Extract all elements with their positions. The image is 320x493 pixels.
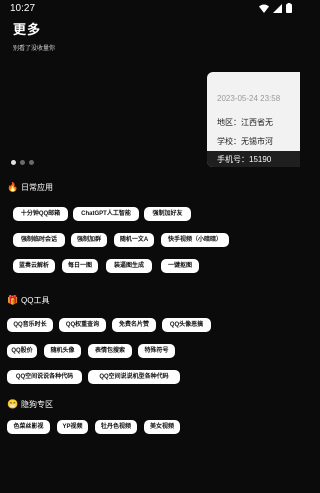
- grin-icon: 😁: [7, 399, 19, 409]
- page-header: 更多 别看了没收量你: [13, 19, 55, 52]
- status-bar: 10:27: [0, 0, 300, 18]
- section-title-special-label: 隐狗专区: [21, 400, 53, 409]
- section-title-daily-label: 日常应用: [21, 183, 53, 192]
- battery-icon: [286, 3, 292, 13]
- banner-line-phone: 手机号：15190: [217, 155, 272, 164]
- status-icons: [259, 3, 292, 13]
- chip-qq[interactable]: QQ空间说说机型各种代码: [88, 370, 180, 384]
- chip-daily[interactable]: ChatGPT人工智能: [73, 207, 139, 221]
- chip-daily[interactable]: 强制加好友: [144, 207, 191, 221]
- chip-special[interactable]: 色菜丝影视: [7, 420, 50, 434]
- carousel-dot[interactable]: [29, 160, 34, 165]
- carousel-dot[interactable]: [20, 160, 25, 165]
- carousel-dots: [11, 160, 34, 165]
- page-subtitle: 别看了没收量你: [13, 46, 56, 52]
- chip-daily[interactable]: 随机一文A: [114, 233, 154, 247]
- fire-icon: 🔥: [7, 182, 19, 192]
- section-title-special: 😁 隐狗专区: [7, 399, 53, 410]
- chip-daily[interactable]: 十分钟QQ邮箱: [13, 207, 68, 221]
- wifi-icon: [259, 4, 269, 13]
- chip-qq[interactable]: 特殊符号: [138, 344, 175, 358]
- chip-qq[interactable]: QQ权重查询: [59, 318, 106, 332]
- page-title: 更多: [13, 22, 42, 37]
- section-title-daily: 🔥 日常应用: [7, 182, 53, 193]
- section-title-qq: 🎁 QQ工具: [7, 295, 49, 306]
- status-time: 10:27: [10, 3, 36, 14]
- chip-qq[interactable]: QQ头像恶搞: [162, 318, 211, 332]
- chip-qq[interactable]: 随机头像: [44, 344, 81, 358]
- chip-qq[interactable]: 免费名片赞: [112, 318, 156, 332]
- banner-card[interactable]: 2023-05-24 23:58 地区：江西省无 学校：无锡市河 手机号：151…: [207, 72, 300, 167]
- gift-icon: 🎁: [7, 295, 19, 305]
- chip-special[interactable]: 美女视频: [144, 420, 180, 434]
- chip-daily[interactable]: 一键抠图: [161, 259, 199, 273]
- chip-daily[interactable]: 每日一图: [62, 259, 98, 273]
- chip-qq[interactable]: QQ空间说说各种代码: [7, 370, 82, 384]
- banner-line-region: 地区：江西省无: [217, 118, 273, 127]
- chip-qq[interactable]: QQ股价: [7, 344, 37, 358]
- chip-special[interactable]: YP视频: [57, 420, 88, 434]
- chip-daily[interactable]: 快手视频（小暗暗）: [161, 233, 229, 247]
- signal-icon: [273, 3, 282, 13]
- banner-timestamp: 2023-05-24 23:58: [217, 94, 281, 103]
- section-title-qq-label: QQ工具: [21, 296, 50, 305]
- chip-special[interactable]: 牡丹色视频: [95, 420, 137, 434]
- chip-daily[interactable]: 蓝奏云解析: [13, 259, 55, 273]
- banner-line-school: 学校：无锡市河: [217, 137, 273, 146]
- chip-daily[interactable]: 强制加群: [71, 233, 107, 247]
- chip-daily[interactable]: 装逼图生成: [106, 259, 152, 273]
- chip-qq[interactable]: 表情包搜索: [88, 344, 132, 358]
- chip-daily[interactable]: 强制临时会话: [13, 233, 65, 247]
- carousel-dot[interactable]: [11, 160, 16, 165]
- chip-qq[interactable]: QQ音乐时长: [7, 318, 53, 332]
